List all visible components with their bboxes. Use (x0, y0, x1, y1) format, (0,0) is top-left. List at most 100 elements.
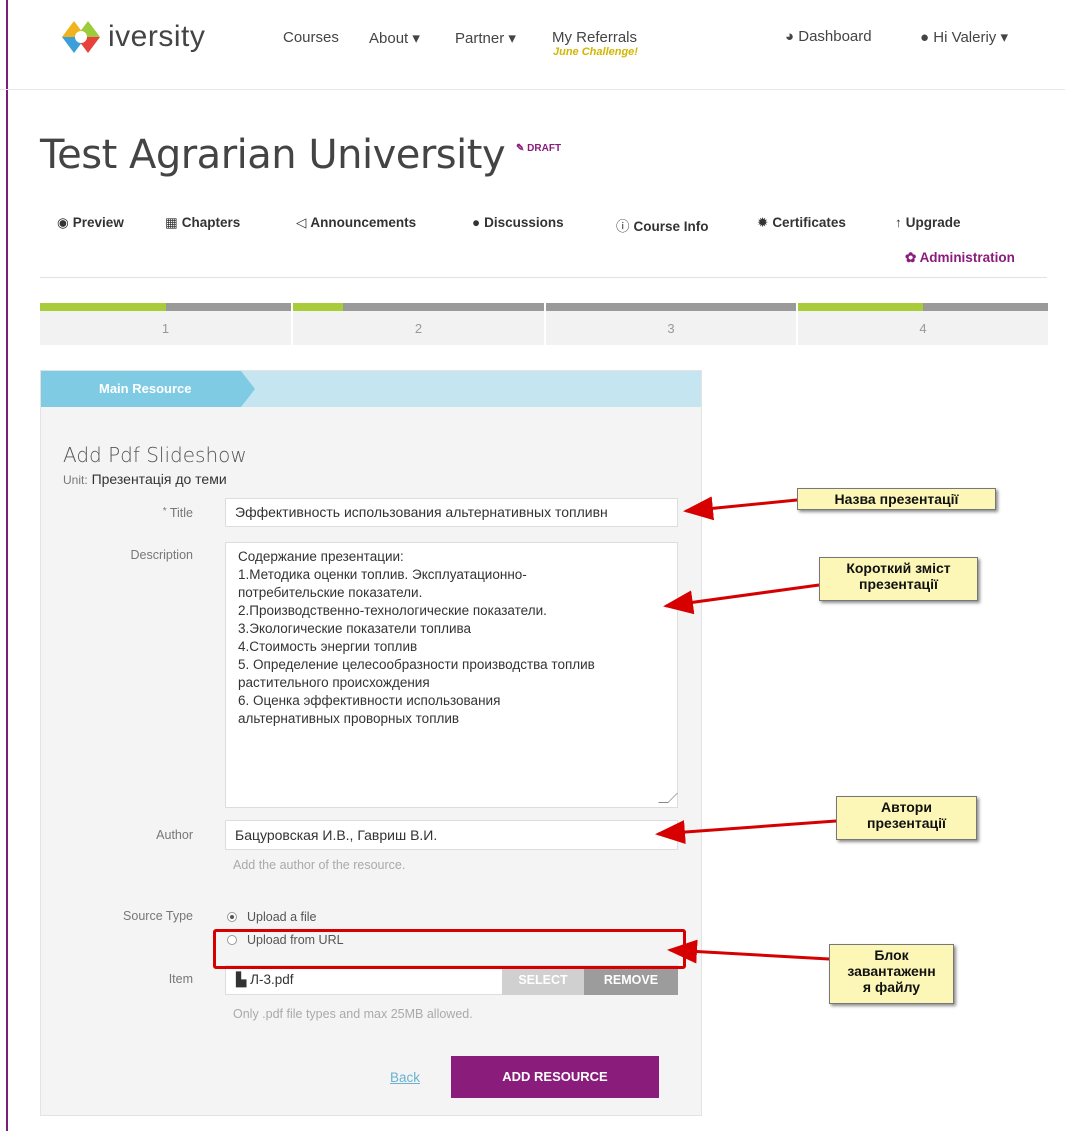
item-label: Item (168, 972, 193, 986)
arrow-up-icon: ↑ (895, 215, 902, 230)
nav-about[interactable]: About ▾ (369, 29, 420, 47)
callout-upload: Блок завантаженн я файлу (829, 944, 954, 1004)
add-resource-button[interactable]: ADD RESOURCE (451, 1056, 659, 1098)
breadcrumb-main-resource[interactable]: Main Resource (41, 371, 241, 407)
page-title: Test Agrarian University (40, 132, 506, 178)
description-line: потребительские показатели. (238, 585, 423, 600)
select-file-button[interactable]: SELECT (502, 966, 584, 995)
nav-dashboard-label: Dashboard (798, 28, 872, 45)
author-label: Author (156, 828, 193, 842)
author-help-text: Add the author of the resource. (233, 858, 406, 872)
badge-icon: ✹ (757, 215, 769, 230)
file-icon: ▙ (236, 972, 247, 987)
required-marker: * (162, 506, 167, 517)
unit-value: Презентація до теми (91, 471, 227, 487)
callout-line: завантаженн (847, 963, 936, 979)
step-track (546, 303, 796, 311)
divider (40, 277, 1047, 278)
nav-referrals[interactable]: My Referrals (552, 29, 637, 46)
nav-user-menu[interactable]: ● Hi Valeriy ▾ (920, 28, 1008, 46)
logo-text: iversity (108, 20, 206, 53)
speech-bubble-icon: ● (472, 215, 481, 230)
top-navbar: iversity Courses About ▾ Partner ▾ My Re… (0, 0, 1065, 90)
eye-icon: ◉ (57, 215, 69, 230)
radio-upload-file[interactable]: Upload a file (227, 910, 317, 924)
description-line: 4.Стоимость энергии топлив (238, 639, 418, 654)
description-line: 2.Производственно-технологические показа… (238, 603, 547, 618)
form-heading: Add Pdf Slideshow (63, 443, 247, 467)
step-fill (798, 303, 923, 311)
description-line: 3.Экологические показатели топлива (238, 621, 472, 636)
step-fill (293, 303, 344, 311)
upload-block-highlight (213, 929, 686, 969)
description-line: Содержание презентации: (238, 549, 404, 564)
description-textarea[interactable]: Содержание презентации: 1.Методика оценк… (225, 542, 678, 808)
logo[interactable]: iversity (62, 20, 205, 54)
tab-course-info[interactable]: ⓘ Course Info (616, 215, 709, 235)
callout-line: Автори (881, 799, 932, 815)
tab-label: Administration (919, 250, 1015, 265)
tab-label: Upgrade (905, 215, 961, 230)
nav-courses[interactable]: Courses (283, 29, 339, 46)
file-upload-field: ▙ Л-3.pdf SELECT REMOVE (225, 965, 678, 995)
tab-label: Discussions (484, 215, 564, 230)
title-input[interactable]: Эффективность использования альтернативн… (225, 498, 678, 527)
description-line: растительного происхождения (238, 675, 430, 690)
arrow-title (683, 496, 798, 521)
step-3[interactable]: 3 (546, 303, 796, 345)
breadcrumb-arrow (241, 371, 255, 407)
window-border (6, 0, 8, 1131)
step-number: 2 (414, 321, 423, 336)
description-line: 6. Оценка эффективности использования (238, 693, 501, 708)
step-1[interactable]: 1 (40, 303, 291, 345)
remove-file-button[interactable]: REMOVE (584, 966, 678, 995)
resize-handle[interactable] (658, 793, 678, 803)
file-name: ▙ Л-3.pdf (236, 972, 294, 988)
title-label: * Title (41, 506, 193, 520)
tab-announcements[interactable]: ◁ Announcements (296, 215, 416, 231)
tab-label: Certificates (772, 215, 846, 230)
step-progress: 1 2 3 4 (40, 303, 1048, 345)
callout-line: презентації (859, 576, 938, 592)
tab-label: Chapters (181, 215, 241, 230)
referrals-challenge-label: June Challenge! (553, 46, 638, 58)
description-label: Description (130, 548, 193, 562)
tab-certificates[interactable]: ✹ Certificates (757, 215, 846, 231)
step-fill (40, 303, 166, 311)
megaphone-icon: ◁ (296, 215, 307, 230)
step-number: 1 (161, 321, 170, 336)
callout-line: я файлу (862, 979, 921, 995)
radio-selected-icon (227, 912, 237, 922)
radio-label: Upload a file (247, 910, 317, 924)
film-icon: ▦ (165, 215, 178, 230)
gear-icon: ✿ (905, 250, 917, 265)
callout-title: Назва презентації (797, 488, 996, 510)
tab-administration[interactable]: ✿ Administration (905, 250, 1015, 266)
tab-label: Preview (72, 215, 124, 230)
tab-upgrade[interactable]: ↑ Upgrade (895, 215, 961, 230)
tab-label: Course Info (633, 219, 709, 234)
wrench-icon: ✎ (516, 143, 525, 154)
tab-discussions[interactable]: ● Discussions (472, 215, 564, 230)
callout-line: Блок (874, 947, 909, 963)
unit-label: Unit: (63, 473, 88, 487)
nav-user-label: Hi Valeriy ▾ (933, 29, 1008, 46)
callout-author: Автори презентації (836, 796, 977, 840)
step-2[interactable]: 2 (293, 303, 544, 345)
step-number: 3 (667, 321, 675, 336)
unit-line: Unit: Презентація до теми (63, 471, 227, 487)
step-4[interactable]: 4 (798, 303, 1048, 345)
tab-chapters[interactable]: ▦ Chapters (165, 215, 240, 231)
item-help-text: Only .pdf file types and max 25MB allowe… (233, 1007, 473, 1021)
resource-form-panel: Main Resource Add Pdf Slideshow Unit: Пр… (40, 370, 702, 1116)
panel-header: Main Resource (41, 371, 701, 407)
nav-dashboard[interactable]: ◕ Dashboard (785, 28, 872, 45)
logo-icon (62, 21, 100, 53)
nav-partner[interactable]: Partner ▾ (455, 29, 516, 47)
back-link[interactable]: Back (390, 1070, 420, 1085)
tab-preview[interactable]: ◉ Preview (57, 215, 124, 231)
file-name-text: Л-3.pdf (250, 972, 294, 987)
author-input[interactable]: Бацуровская И.В., Гавриш В.И. (225, 820, 678, 850)
status-badge: ✎ DRAFT (516, 143, 561, 154)
callout-description: Короткий зміст презентації (819, 557, 978, 601)
